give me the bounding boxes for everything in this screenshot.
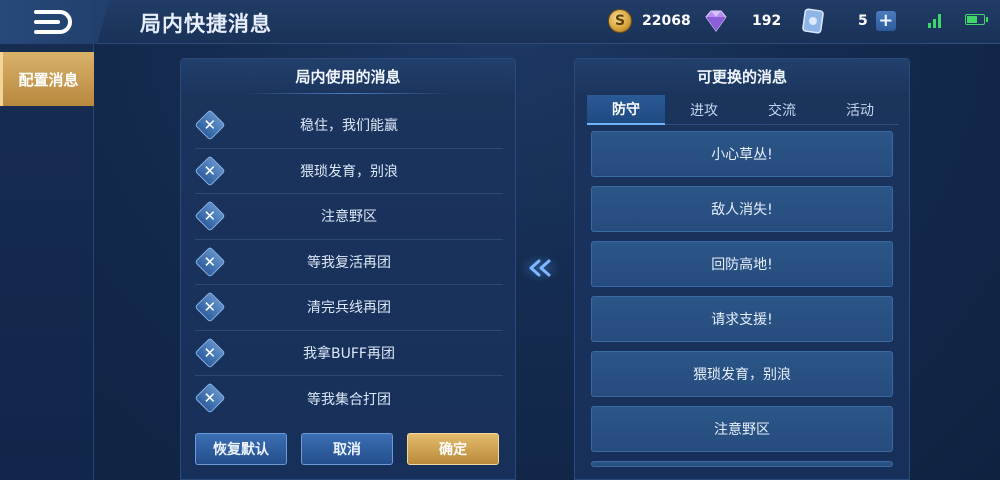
confirm-button[interactable]: 确定: [407, 433, 499, 465]
replaceable-messages-panel: 可更换的消息 防守 进攻 交流 活动 小心草丛! 敌人消失! 回防高地! 请求支…: [574, 58, 910, 480]
message-text: 注意野区: [321, 209, 377, 226]
panel-title: 可更换的消息: [575, 59, 909, 93]
remove-button[interactable]: ✕: [194, 336, 226, 369]
message-text: 等我复活再团: [307, 254, 391, 271]
remove-button[interactable]: ✕: [194, 291, 226, 323]
sidebar-item-label: 配置消息: [18, 70, 79, 89]
in-game-messages-panel: 局内使用的消息 ✕ 稳住，我们能赢 ✕ 猥琐发育，别浪 ✕ 注意野区 ✕ 等我复…: [180, 58, 516, 480]
move-left-button[interactable]: [520, 254, 560, 282]
panel-title: 局内使用的消息: [181, 59, 515, 93]
remove-icon: ✕: [203, 297, 217, 316]
message-text: 我拿BUFF再团: [303, 345, 395, 362]
remove-icon: ✕: [203, 388, 217, 407]
card-value: 5: [858, 13, 868, 29]
divider: [241, 93, 455, 94]
top-bar: 局内快捷消息 S 22068 192 5 +: [0, 0, 1000, 44]
list-item[interactable]: ✕ 等我集合打团: [194, 376, 503, 422]
diamond-value: 192: [752, 13, 782, 29]
restore-default-button[interactable]: 恢复默认: [195, 433, 287, 465]
tab-offense[interactable]: 进攻: [665, 95, 743, 125]
remove-button[interactable]: ✕: [194, 154, 226, 187]
remove-icon: ✕: [203, 115, 217, 134]
list-item[interactable]: ✕ 猥琐发育，别浪: [194, 149, 503, 194]
back-icon: [34, 10, 72, 34]
list-item[interactable]: ✕ 清完兵线再团: [194, 285, 503, 331]
remove-icon: ✕: [203, 160, 217, 179]
diamond-counter[interactable]: 192: [702, 8, 781, 34]
message-option[interactable]: 小心草丛!: [591, 131, 893, 177]
category-tabs: 防守 进攻 交流 活动: [587, 95, 899, 125]
cancel-button[interactable]: 取消: [301, 433, 393, 465]
tab-communication[interactable]: 交流: [743, 95, 821, 125]
tab-events[interactable]: 活动: [821, 95, 899, 125]
card-icon: [802, 8, 824, 34]
battery-icon: [965, 14, 988, 25]
remove-button[interactable]: ✕: [194, 200, 226, 232]
list-item[interactable]: ✕ 注意野区: [194, 194, 503, 240]
remove-button[interactable]: ✕: [194, 245, 226, 278]
message-option[interactable]: 猥琐发育，别浪: [591, 351, 893, 397]
diamond-icon: [705, 10, 727, 32]
list-item[interactable]: ✕ 稳住，我们能赢: [194, 103, 503, 149]
back-button[interactable]: [0, 0, 110, 44]
gold-value: 22068: [642, 13, 691, 29]
tab-defense[interactable]: 防守: [587, 95, 665, 125]
page-title: 局内快捷消息: [140, 12, 272, 36]
sidebar-item-configure-messages[interactable]: 配置消息: [0, 52, 94, 106]
message-text: 稳住，我们能赢: [300, 118, 398, 135]
remove-button[interactable]: ✕: [194, 109, 226, 141]
message-text: 等我集合打团: [307, 391, 391, 408]
message-list: ✕ 稳住，我们能赢 ✕ 猥琐发育，别浪 ✕ 注意野区 ✕ 等我复活再团 ✕ 清完…: [194, 103, 503, 422]
plus-icon[interactable]: +: [875, 11, 896, 31]
action-buttons: 恢复默认 取消 确定: [195, 433, 503, 465]
gold-counter[interactable]: S 22068: [608, 8, 691, 34]
option-list: 小心草丛! 敌人消失! 回防高地! 请求支援! 猥琐发育，别浪 注意野区: [591, 131, 893, 476]
message-option[interactable]: 敌人消失!: [591, 186, 893, 232]
remove-icon: ✕: [203, 342, 217, 361]
message-option[interactable]: 注意野区: [591, 406, 893, 452]
remove-button[interactable]: ✕: [194, 382, 226, 414]
message-text: 猥琐发育，别浪: [300, 163, 398, 180]
signal-icon: [928, 14, 944, 28]
double-chevron-left-icon: [529, 259, 551, 277]
sidebar: 配置消息: [0, 44, 94, 480]
message-option[interactable]: 请求支援!: [591, 296, 893, 342]
message-text: 清完兵线再团: [307, 300, 391, 317]
remove-icon: ✕: [203, 251, 217, 270]
card-counter[interactable]: 5 +: [802, 8, 896, 34]
message-option[interactable]: [591, 461, 893, 467]
list-item[interactable]: ✕ 等我复活再团: [194, 240, 503, 285]
list-item[interactable]: ✕ 我拿BUFF再团: [194, 331, 503, 376]
remove-icon: ✕: [203, 206, 217, 225]
message-option[interactable]: 回防高地!: [591, 241, 893, 287]
gold-coin-icon: S: [608, 9, 632, 33]
